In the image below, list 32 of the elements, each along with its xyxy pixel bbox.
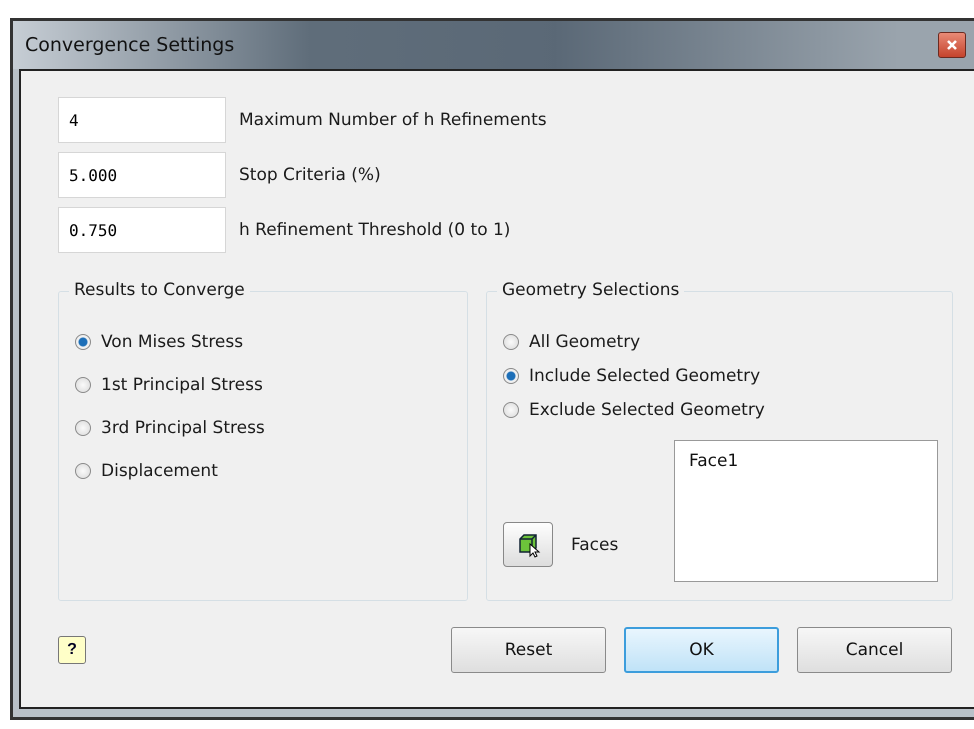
help-button[interactable]: ? <box>58 636 86 664</box>
input-field[interactable]: 4 <box>58 97 226 143</box>
radio-button[interactable] <box>75 377 91 393</box>
radio-label: Von Mises Stress <box>101 332 244 352</box>
radio-label: 1st Principal Stress <box>101 375 263 395</box>
window-title: Convergence Settings <box>25 34 234 56</box>
close-button[interactable] <box>938 32 966 58</box>
field-label: h Refinement Threshold (0 to 1) <box>239 220 510 240</box>
radio-label: 3rd Principal Stress <box>101 418 265 438</box>
radio-button[interactable] <box>75 334 91 350</box>
radio-label: Include Selected Geometry <box>529 366 760 386</box>
dialog-button[interactable]: Cancel <box>797 627 952 673</box>
radio-button[interactable] <box>75 420 91 436</box>
group-title: Results to Converge <box>69 280 250 300</box>
group-title: Geometry Selections <box>497 280 684 300</box>
field-label: Stop Criteria (%) <box>239 165 381 185</box>
input-field[interactable]: 5.000 <box>58 152 226 198</box>
face-select-button[interactable] <box>503 522 553 567</box>
radio-button[interactable] <box>503 402 519 418</box>
dialog-button[interactable]: Reset <box>451 627 606 673</box>
input-field[interactable]: 0.750 <box>58 207 226 253</box>
list-item[interactable]: Face1 <box>689 451 738 471</box>
radio-label: Displacement <box>101 461 218 481</box>
radio-button[interactable] <box>503 368 519 384</box>
radio-label: Exclude Selected Geometry <box>529 400 765 420</box>
radio-button[interactable] <box>75 463 91 479</box>
radio-label: All Geometry <box>529 332 640 352</box>
faces-label: Faces <box>571 534 618 554</box>
dialog-button[interactable]: OK <box>624 627 779 673</box>
close-icon <box>946 39 958 51</box>
radio-button[interactable] <box>503 334 519 350</box>
field-label: Maximum Number of h Refinements <box>239 110 547 130</box>
